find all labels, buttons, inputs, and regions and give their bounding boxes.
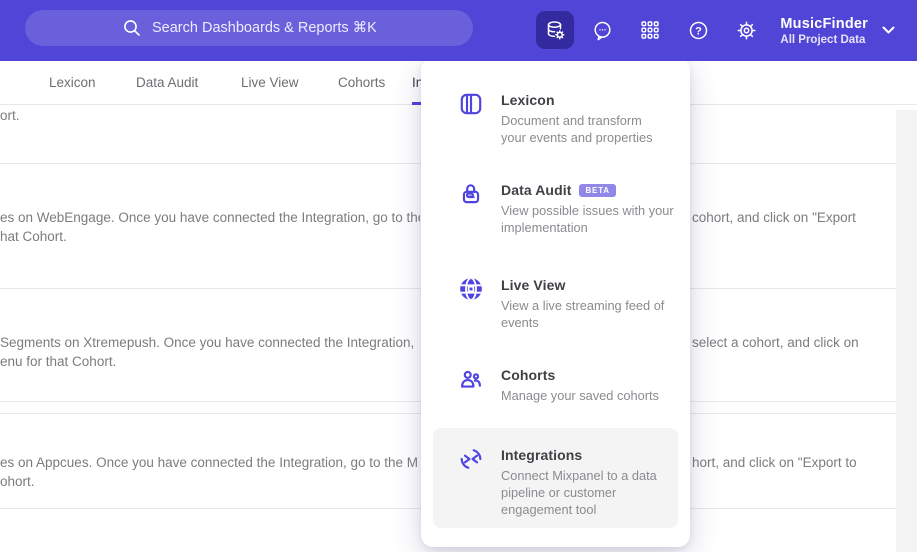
integration-row-text: hort, and click on "Export to (692, 455, 857, 470)
menu-item-description: Connect Mixpanel to a data pipeline or c… (501, 468, 657, 517)
global-search[interactable] (25, 10, 473, 46)
tab-lexicon[interactable]: Lexicon (49, 61, 96, 104)
settings-button[interactable] (727, 11, 765, 49)
settings-gear-icon (735, 19, 758, 42)
search-input[interactable] (152, 20, 376, 36)
book-icon (458, 91, 484, 117)
help-button[interactable]: ? (679, 11, 717, 49)
menu-item-title: Lexicon (501, 92, 555, 108)
people-icon (458, 366, 484, 392)
apps-grid-button[interactable] (631, 11, 669, 49)
menu-item-description: Document and transform your events and p… (501, 113, 653, 145)
project-subtitle: All Project Data (780, 33, 866, 46)
feedback-chat-icon (591, 19, 614, 42)
integration-row-text: Segments on Xtremepush. Once you have co… (0, 335, 415, 369)
menu-item-integrations[interactable]: Integrations Connect Mixpanel to a data … (433, 428, 678, 528)
apps-grid-icon (639, 19, 661, 41)
lock-audit-icon (458, 181, 484, 207)
svg-text:?: ? (695, 25, 702, 37)
menu-item-title: Cohorts (501, 367, 556, 383)
sync-arrows-icon (458, 446, 484, 472)
menu-item-description: Manage your saved cohorts (501, 388, 659, 403)
menu-item-lexicon[interactable]: Lexicon Document and transform your even… (433, 82, 678, 156)
menu-item-data-audit[interactable]: Data Audit BETA View possible issues wit… (433, 172, 678, 246)
tab-cohorts[interactable]: Cohorts (338, 61, 385, 104)
data-management-icon (544, 19, 567, 42)
feedback-button[interactable] (583, 11, 621, 49)
integration-row-text: select a cohort, and click on (692, 335, 859, 350)
integration-row-text: ort. (0, 108, 20, 123)
tab-data-audit[interactable]: Data Audit (136, 61, 198, 104)
project-switcher[interactable]: MusicFinder All Project Data (780, 0, 895, 61)
help-icon: ? (687, 19, 710, 42)
globe-icon (458, 276, 484, 302)
integration-row-text: cohort, and click on "Export (692, 210, 856, 225)
search-icon (122, 18, 142, 38)
chevron-down-icon (882, 26, 895, 35)
page-gutter (896, 110, 917, 552)
menu-item-cohorts[interactable]: Cohorts Manage your saved cohorts (433, 357, 678, 414)
menu-item-description: View possible issues with your implement… (501, 203, 674, 235)
data-management-dropdown: Lexicon Document and transform your even… (421, 58, 690, 547)
top-navigation-bar: ? MusicFinder All Project Data (0, 0, 917, 61)
menu-item-title: Data Audit (501, 182, 572, 198)
menu-item-title: Live View (501, 277, 566, 293)
integration-row-text: es on WebEngage. Once you have connected… (0, 210, 420, 244)
menu-item-live-view[interactable]: Live View View a live streaming feed of … (433, 267, 678, 341)
menu-item-description: View a live streaming feed of events (501, 298, 665, 330)
integration-row-text: es on Appcues. Once you have connected t… (0, 455, 419, 489)
project-name: MusicFinder (780, 15, 868, 32)
data-management-button[interactable] (536, 11, 574, 49)
beta-badge: BETA (579, 183, 616, 197)
tab-live-view[interactable]: Live View (241, 61, 299, 104)
menu-item-title: Integrations (501, 447, 583, 463)
